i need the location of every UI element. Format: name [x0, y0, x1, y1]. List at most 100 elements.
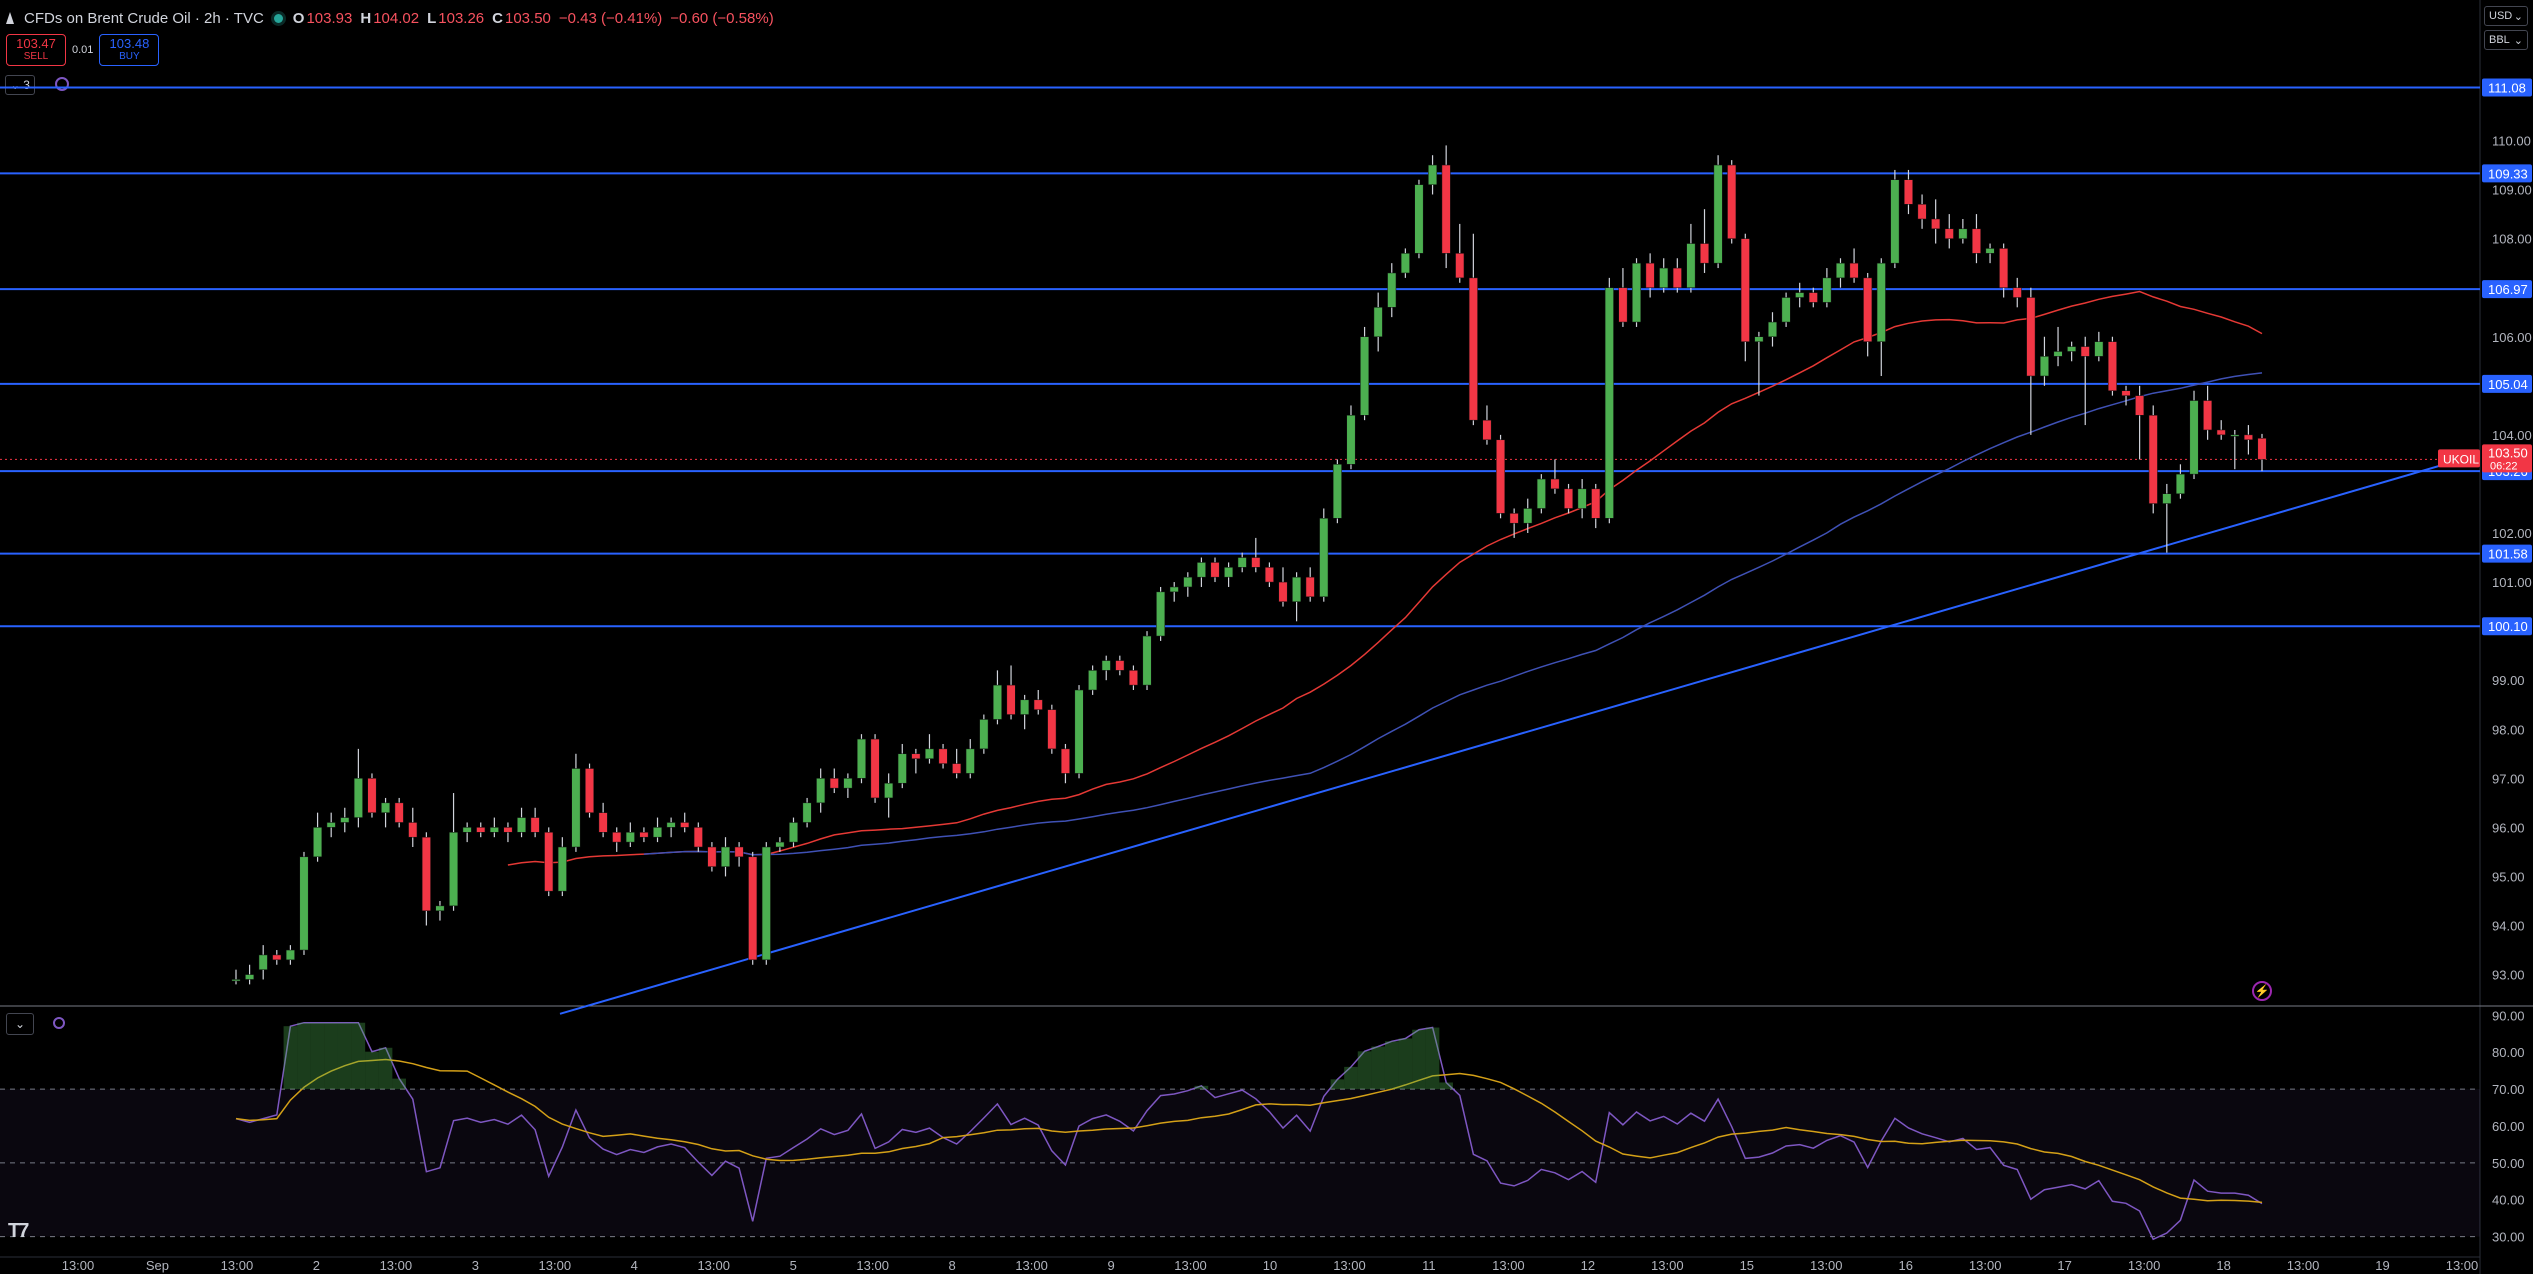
symbol-icon — [6, 12, 14, 24]
time-tick-label: 12 — [1581, 1258, 1595, 1273]
price-tick-label: 108.00 — [2492, 232, 2532, 247]
rsi-overbought-fill — [1357, 1051, 1372, 1090]
rsi-overbought-fill — [337, 1022, 352, 1090]
candle-body — [680, 822, 690, 828]
rsi-settings-icon[interactable] — [50, 1014, 68, 1032]
rsi-overbought-fill — [310, 1022, 325, 1090]
candle-body — [1292, 576, 1302, 602]
rsi-overbought-fill — [1384, 1041, 1399, 1090]
candle-body — [1251, 557, 1261, 568]
candle-body — [1156, 591, 1166, 637]
time-tick-label: 18 — [2216, 1258, 2230, 1273]
candle-body — [2203, 400, 2213, 431]
unit-select[interactable]: BBL ⌄ — [2484, 30, 2528, 50]
price-chart[interactable]: 110.00 109.00 108.00 106.00 104.00 102.00 101.… — [0, 0, 2533, 1274]
candle-body — [1550, 478, 1560, 490]
candle-body — [1632, 262, 1641, 323]
time-tick-label: 13:00 — [380, 1258, 413, 1273]
time-tick-label: 13:00 — [856, 1258, 889, 1273]
candle-body — [313, 827, 323, 858]
indicators-toggle-button[interactable]: ⌄ 3 — [5, 75, 35, 95]
indicators-count: 3 — [23, 78, 30, 92]
price-tick-label: 101.00 — [2492, 575, 2532, 590]
time-tick-label: 13:00 — [1333, 1258, 1366, 1273]
candle-body — [1101, 660, 1111, 671]
buy-price: 103.48 — [109, 36, 150, 51]
candle-body — [1210, 562, 1220, 578]
market-status-icon[interactable] — [273, 13, 283, 23]
level-price-label: 109.33 — [2488, 166, 2528, 181]
candle-body — [2230, 434, 2240, 437]
candle-body — [1618, 287, 1628, 323]
currency-select[interactable]: USD ⌄ — [2484, 6, 2528, 26]
time-tick-label: 4 — [631, 1258, 638, 1273]
trade-panel: 103.47 SELL 0.01 103.48 BUY — [6, 34, 160, 66]
candle-body — [530, 817, 540, 833]
candle-body — [421, 836, 431, 912]
buy-button[interactable]: 103.48 BUY — [99, 34, 160, 66]
candle-body — [1387, 272, 1397, 308]
candle-body — [1115, 660, 1125, 671]
candle-body — [802, 802, 812, 823]
sell-button[interactable]: 103.47 SELL — [6, 34, 66, 66]
indicator-settings-icon[interactable] — [55, 77, 69, 91]
candle-body — [1060, 748, 1070, 774]
candle-body — [1346, 415, 1356, 465]
candle-body — [653, 827, 662, 838]
candle-body — [897, 753, 907, 784]
rsi-band — [0, 1089, 2480, 1237]
candle-body — [1659, 267, 1669, 288]
candle-body — [1428, 164, 1438, 185]
currency-label: USD — [2489, 10, 2513, 22]
candle-body — [544, 832, 554, 892]
rsi-overbought-fill — [1425, 1027, 1440, 1090]
candle-body — [2175, 473, 2185, 494]
rsi-line — [235, 1021, 2263, 1241]
candle-body — [1645, 262, 1655, 288]
level-price-tag — [2482, 164, 2532, 183]
candle-body — [1441, 164, 1451, 254]
price-tick-label: 99.00 — [2492, 673, 2525, 688]
candle-body — [1183, 576, 1193, 588]
time-tick-label: 13:00 — [2287, 1258, 2320, 1273]
last-price-tag — [2482, 444, 2532, 473]
price-tick-label: 102.00 — [2492, 526, 2532, 541]
ohlc-open: O 103.93 — [292, 9, 353, 27]
candle-body — [1400, 253, 1410, 274]
price-tick-label: 94.00 — [2492, 919, 2525, 934]
candle-body — [748, 856, 758, 961]
candle-body — [1591, 488, 1601, 519]
time-tick-label: 13:00 — [1651, 1258, 1684, 1273]
candle-body — [1740, 238, 1750, 342]
alert-lightning-icon[interactable]: ⚡ — [2252, 981, 2272, 1001]
last-price-label: 103.50 — [2488, 445, 2528, 460]
candle-body — [557, 846, 567, 892]
candle-body — [1523, 508, 1533, 524]
candle-body — [503, 827, 513, 833]
symbol-title[interactable]: CFDs on Brent Crude Oil · 2h · TVC — [24, 10, 264, 27]
candle-body — [612, 832, 622, 843]
candle-body — [1237, 557, 1247, 568]
candle-body — [1414, 184, 1424, 254]
candle-body — [965, 748, 975, 774]
rsi-collapse-button[interactable]: ⌄ — [6, 1013, 34, 1035]
time-tick-label: 13:00 — [221, 1258, 254, 1273]
candle-body — [789, 822, 798, 843]
candle-body — [2067, 346, 2077, 352]
candle-body — [1196, 562, 1206, 578]
price-change-secondary: −0.60 (−0.58%) — [670, 9, 774, 27]
candle-body — [1672, 267, 1682, 288]
time-tick-label: 19 — [2375, 1258, 2389, 1273]
candle-body — [367, 778, 377, 813]
time-tick-label: 3 — [472, 1258, 479, 1273]
chevron-down-icon: ⌄ — [2513, 10, 2523, 23]
candle-body — [1849, 262, 1859, 279]
candle-body — [1890, 179, 1900, 264]
candle-body — [829, 778, 839, 789]
ohlc-close: C 103.50 — [492, 9, 551, 27]
candle-body — [1264, 567, 1274, 583]
candle-body — [1985, 248, 1995, 254]
candle-body — [1564, 488, 1574, 509]
rsi-overbought-fill — [324, 1022, 338, 1090]
level-price-label: 106.97 — [2488, 282, 2528, 297]
